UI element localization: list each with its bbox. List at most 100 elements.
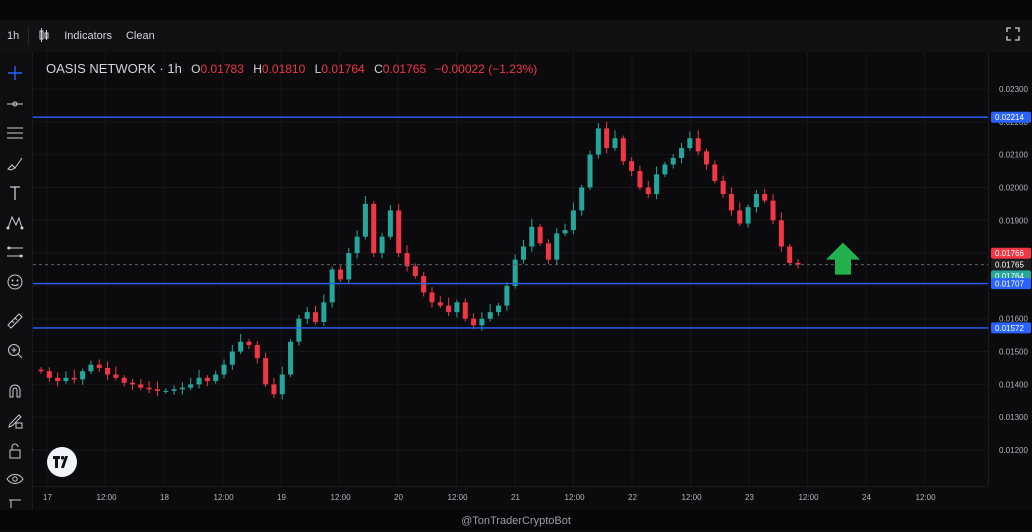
price-axis[interactable]: 0.023000.022000.021000.020000.019000.018… [988, 52, 1032, 486]
lock-icon[interactable] [4, 440, 26, 462]
candle-body [712, 164, 718, 181]
candle-body [263, 358, 269, 385]
candle-body [612, 138, 618, 149]
candle-body [179, 387, 185, 390]
candle-body [362, 203, 368, 237]
candle-body [554, 233, 560, 260]
price-label-text: 0.01707 [995, 280, 1024, 289]
candle-body [762, 194, 768, 201]
price-tick-label: 0.02100 [999, 151, 1028, 160]
candle-body [288, 341, 294, 375]
clean-button[interactable]: Clean [119, 30, 162, 42]
time-tick-label: 12:00 [97, 493, 118, 502]
window-top-bar [0, 0, 1032, 20]
emoji-icon[interactable] [4, 271, 26, 293]
candle-body [154, 389, 160, 391]
high-value: 0.01810 [261, 62, 306, 76]
candle-body [304, 312, 310, 319]
candle-body [346, 253, 352, 280]
time-tick-label: 12:00 [448, 493, 469, 502]
candle-body [354, 236, 360, 254]
candle-body [429, 292, 435, 303]
text-icon[interactable] [4, 182, 26, 204]
time-axis[interactable]: 17 12:00 18 12:00 19 12:00 20 12:00 21 12:00 22 12:… [33, 486, 988, 511]
chart-legend: OASIS NETWORK · 1h O0.01783 H0.01810 L0.… [46, 61, 537, 76]
magnet-icon[interactable] [4, 380, 26, 402]
candle-body [163, 390, 169, 392]
candle-body [520, 246, 526, 260]
candle-body [271, 384, 277, 395]
candle-body [770, 200, 776, 221]
lock-drawing-icon[interactable] [4, 410, 26, 432]
candle-body [229, 351, 235, 365]
candle-body [454, 302, 460, 313]
chart-canvas[interactable] [33, 52, 988, 486]
candle-body [778, 220, 784, 247]
low-value: 0.01764 [321, 62, 365, 76]
change-value: −0.00022 (−1.23%) [434, 62, 538, 76]
time-tick-label: 12:00 [799, 493, 820, 502]
candle-body [221, 364, 227, 375]
price-tick-label: 0.01200 [999, 446, 1028, 455]
symbol-title[interactable]: OASIS NETWORK · 1h [46, 61, 182, 76]
eye-icon[interactable] [4, 468, 26, 490]
time-tick-label: 12:00 [331, 493, 352, 502]
candle-body [171, 389, 177, 391]
high-label: H [253, 62, 262, 76]
candle-body [604, 128, 610, 149]
interval-button[interactable]: 1h [0, 30, 26, 42]
candle-body [387, 210, 393, 237]
time-tick-label: 22 [628, 493, 637, 502]
candle-body [562, 230, 568, 234]
candlestick-chart[interactable] [33, 52, 988, 486]
parallel-channel-icon[interactable] [4, 122, 26, 144]
up-arrow-icon [826, 242, 860, 275]
brush-icon[interactable] [4, 152, 26, 174]
price-tick-label: 0.01900 [999, 216, 1028, 225]
price-tick-label: 0.02300 [999, 85, 1028, 94]
indicators-button[interactable]: Indicators [57, 30, 119, 42]
close-value: 0.01765 [382, 62, 427, 76]
candle-body [63, 377, 69, 382]
time-tick-label: 21 [511, 493, 520, 502]
tradingview-logo-icon[interactable] [47, 447, 77, 477]
candle-body [113, 374, 119, 378]
ruler-icon[interactable] [4, 310, 26, 332]
candle-body [146, 387, 152, 390]
candle-body [645, 187, 651, 195]
candle-type-icon[interactable] [31, 27, 57, 45]
price-label-text: 0.01572 [995, 324, 1024, 333]
price-tick-label: 0.01600 [999, 315, 1028, 324]
horizontal-line-icon[interactable] [4, 93, 26, 115]
candle-body [321, 302, 327, 323]
open-value: 0.01783 [200, 62, 244, 76]
toolbar-divider [28, 27, 30, 45]
watermark: @TonTraderCryptoBot [0, 510, 1032, 530]
candle-body [487, 312, 493, 319]
candle-body [238, 341, 244, 352]
candle-body [138, 384, 144, 388]
candle-body [570, 210, 576, 231]
candle-body [46, 371, 52, 378]
candle-body [728, 194, 734, 211]
candle-body [254, 344, 260, 359]
price-label-text: 0.02214 [995, 113, 1024, 122]
pattern-icon[interactable] [4, 211, 26, 233]
time-tick-label: 18 [160, 493, 169, 502]
candle-body [629, 161, 635, 172]
close-label: C [374, 62, 383, 76]
zoom-icon[interactable] [4, 340, 26, 362]
measure-icon[interactable] [4, 241, 26, 263]
candle-body [496, 305, 502, 313]
candle-body [787, 246, 793, 263]
drawing-toolbar [0, 52, 33, 510]
candle-body [437, 302, 443, 306]
time-tick-label: 23 [745, 493, 754, 502]
price-tick-label: 0.02000 [999, 183, 1028, 192]
fullscreen-icon[interactable] [1006, 27, 1020, 44]
candle-body [88, 364, 94, 372]
crosshair-icon[interactable] [4, 62, 26, 84]
open-label: O [191, 62, 201, 76]
candle-body [313, 312, 319, 323]
candle-body [579, 187, 585, 211]
